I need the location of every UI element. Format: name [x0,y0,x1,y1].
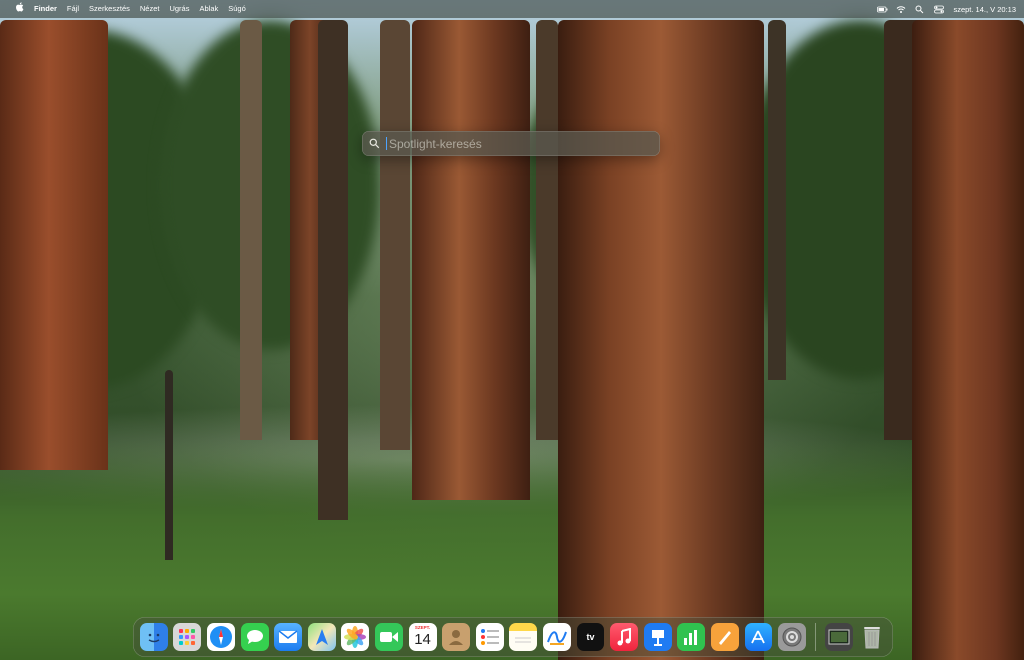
calendar-day-label: 14 [414,631,431,648]
dock-contacts-icon[interactable] [442,623,471,651]
search-icon[interactable] [915,5,925,14]
dock-trash-icon[interactable] [858,623,886,651]
control-center-icon[interactable] [934,5,945,14]
menu-clock[interactable]: szept. 14., V 20:13 [953,5,1016,14]
dock-finder-icon[interactable] [139,623,168,651]
apple-menu-icon[interactable] [10,0,29,18]
dock-app-store-icon[interactable] [744,623,773,651]
dock-safari-icon[interactable] [207,623,235,651]
dock-keynote-icon[interactable] [643,623,672,651]
desktop-wallpaper [0,0,1024,660]
dock-launchpad-icon[interactable] [173,623,202,651]
spotlight-input[interactable] [387,136,649,151]
dock-notes-icon[interactable] [509,623,538,651]
magnifier-icon [369,138,385,149]
dock: SZEPT. 14 tv [133,617,893,657]
dock-mail-icon[interactable] [274,623,303,651]
menu-app-name[interactable]: Finder [29,0,62,18]
menu-view[interactable]: Nézet [135,0,165,18]
dock-calendar-icon[interactable]: SZEPT. 14 [408,623,437,651]
menu-window[interactable]: Ablak [194,0,223,18]
menu-edit[interactable]: Szerkesztés [84,0,135,18]
calendar-month-label: SZEPT. [414,625,431,630]
tv-label: tv [586,632,595,642]
dock-maps-icon[interactable] [307,623,336,651]
menu-help[interactable]: Súgó [223,0,251,18]
dock-messages-icon[interactable] [240,623,269,651]
battery-icon[interactable] [877,5,888,14]
menu-bar: Finder Fájl Szerkesztés Nézet Ugrás Abla… [0,0,1024,18]
menu-file[interactable]: Fájl [62,0,84,18]
dock-facetime-icon[interactable] [375,623,403,651]
menu-go[interactable]: Ugrás [164,0,194,18]
dock-freeform-icon[interactable] [542,623,571,651]
dock-photos-icon[interactable] [341,623,370,651]
dock-pages-icon[interactable] [710,623,739,651]
dock-music-icon[interactable] [610,623,639,651]
dock-separator [814,623,816,651]
spotlight-search-bar [362,131,660,156]
wifi-icon[interactable] [896,5,906,14]
dock-preview-icon[interactable] [824,623,853,651]
dock-system-settings-icon[interactable] [778,623,807,651]
dock-reminders-icon[interactable] [475,623,504,651]
dock-numbers-icon[interactable] [677,623,706,651]
dock-tv-icon[interactable]: tv [576,623,605,651]
